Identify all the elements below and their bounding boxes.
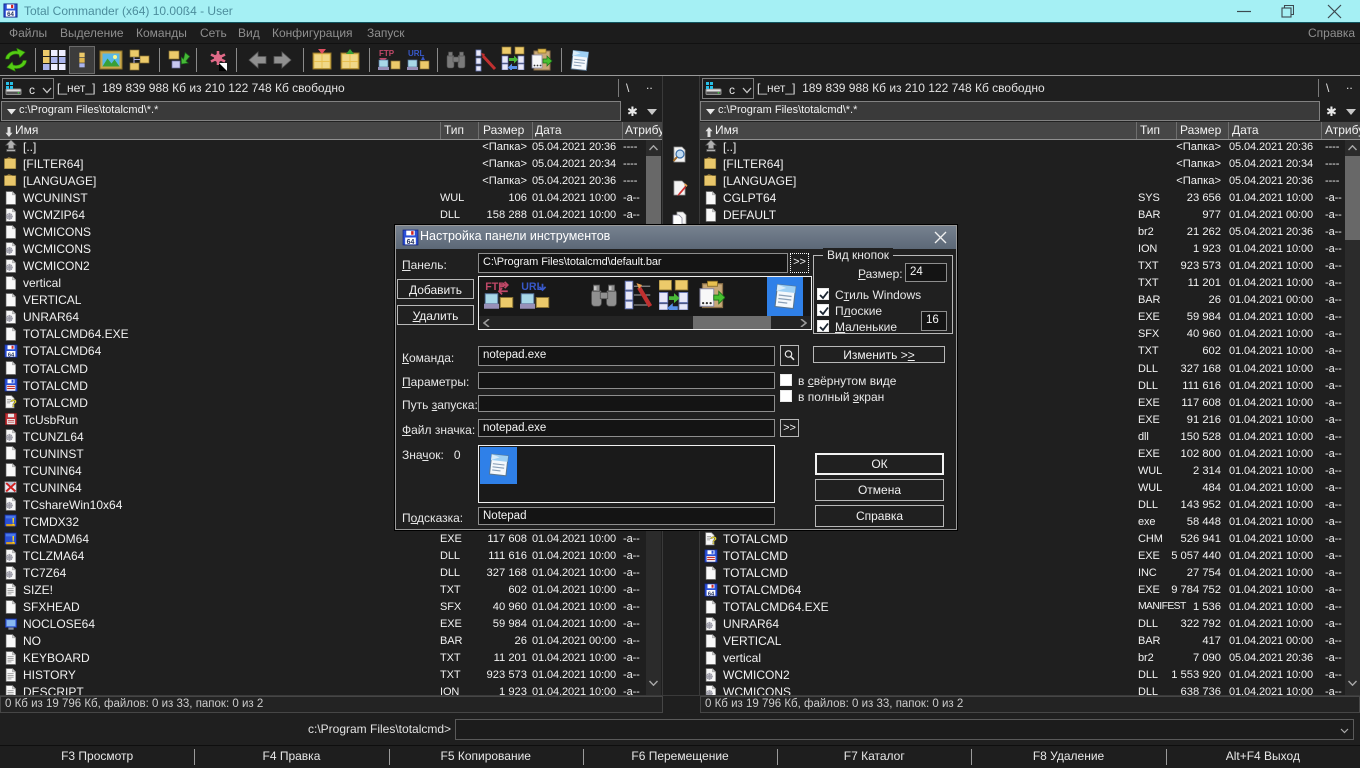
svg-text:URL: URL (408, 49, 425, 58)
svg-text:64: 64 (7, 11, 14, 18)
svg-text:FTP: FTP (379, 49, 395, 58)
